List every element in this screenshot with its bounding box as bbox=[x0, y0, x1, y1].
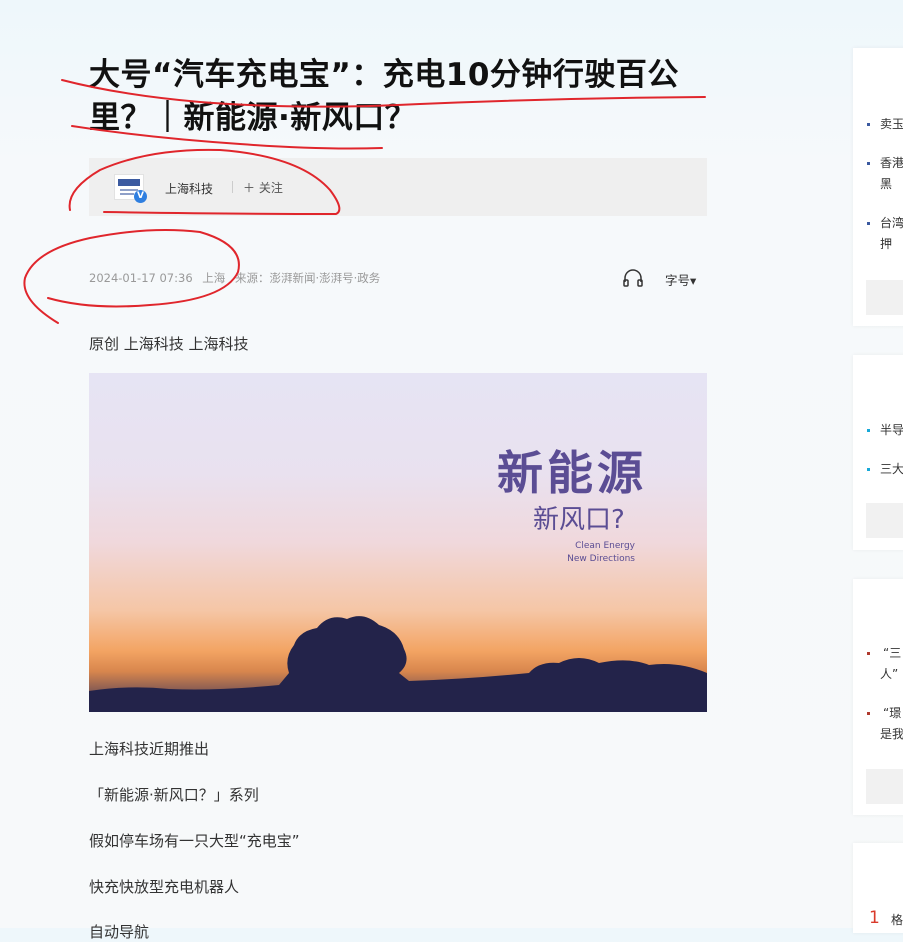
bullet-dot bbox=[867, 162, 870, 165]
paragraph: 假如停车场有一只大型“充电宝” bbox=[89, 832, 300, 850]
hero-image: 新能源 新风口? Clean Energy New Directions bbox=[89, 373, 707, 712]
sidebar-card-1: 卖玉 香港 黑 台湾 押 bbox=[853, 48, 903, 326]
sidebar-link[interactable]: “璟 bbox=[883, 703, 901, 724]
sidebar-card-3: “三 人” “璟 是我 bbox=[853, 579, 903, 815]
sidebar-card-2: 半导 三大 bbox=[853, 355, 903, 550]
bullet-dot bbox=[867, 652, 870, 655]
sidebar-link[interactable]: 半导 bbox=[880, 420, 903, 441]
publish-location: 上海 bbox=[202, 271, 226, 285]
bullet-dot bbox=[867, 429, 870, 432]
article-source: 来源：澎湃新闻·澎湃号·政务 bbox=[234, 271, 381, 285]
author-bar: V 上海科技 ＋ 关注 bbox=[89, 158, 707, 216]
font-size-button[interactable]: 字号▾ bbox=[665, 270, 696, 289]
sidebar-link[interactable]: 黑 bbox=[880, 174, 892, 195]
sidebar-more-button[interactable] bbox=[866, 280, 903, 315]
article-meta: 2024-01-17 07:36 上海 来源：澎湃新闻·澎湃号·政务 bbox=[89, 270, 386, 286]
divider bbox=[232, 181, 233, 193]
sidebar-link[interactable]: 是我 bbox=[880, 724, 903, 745]
author-avatar[interactable]: V bbox=[114, 174, 147, 203]
original-credit: 原创 上海科技 上海科技 bbox=[89, 335, 249, 353]
sidebar-more-button[interactable] bbox=[866, 503, 903, 538]
rank-number: 1 bbox=[869, 908, 880, 928]
sidebar-more-button[interactable] bbox=[866, 769, 903, 804]
headphones-icon[interactable] bbox=[622, 268, 644, 288]
publish-datetime: 2024-01-17 07:36 bbox=[89, 271, 193, 285]
sidebar-link[interactable]: 三大 bbox=[880, 459, 903, 480]
sidebar-link[interactable]: 人” bbox=[880, 664, 898, 685]
bullet-dot bbox=[867, 222, 870, 225]
tree-silhouette-icon bbox=[89, 616, 707, 712]
paragraph: 上海科技近期推出 bbox=[89, 740, 210, 758]
verified-badge: V bbox=[134, 190, 147, 203]
bullet-dot bbox=[867, 123, 870, 126]
bullet-dot bbox=[867, 468, 870, 471]
author-name[interactable]: 上海科技 bbox=[165, 180, 213, 197]
paragraph: 自动导航 bbox=[89, 923, 150, 941]
sidebar-link[interactable]: 香港 bbox=[880, 153, 903, 174]
paragraph: 快充快放型充电机器人 bbox=[89, 878, 240, 896]
sidebar-link[interactable]: 台湾 bbox=[880, 213, 903, 234]
paragraph: 「新能源·新风口？」系列 bbox=[89, 786, 259, 804]
sidebar-link[interactable]: 押 bbox=[880, 234, 892, 255]
article-title: 大号“汽车充电宝”：充电10分钟行驶百公里？｜新能源·新风口？ bbox=[89, 57, 679, 136]
follow-button[interactable]: ＋ 关注 bbox=[243, 179, 283, 196]
sidebar-link[interactable]: “三 bbox=[883, 643, 901, 664]
sidebar-link[interactable]: 卖玉 bbox=[880, 114, 903, 135]
bullet-dot bbox=[867, 712, 870, 715]
sidebar-card-4: 1 格 bbox=[853, 843, 903, 933]
